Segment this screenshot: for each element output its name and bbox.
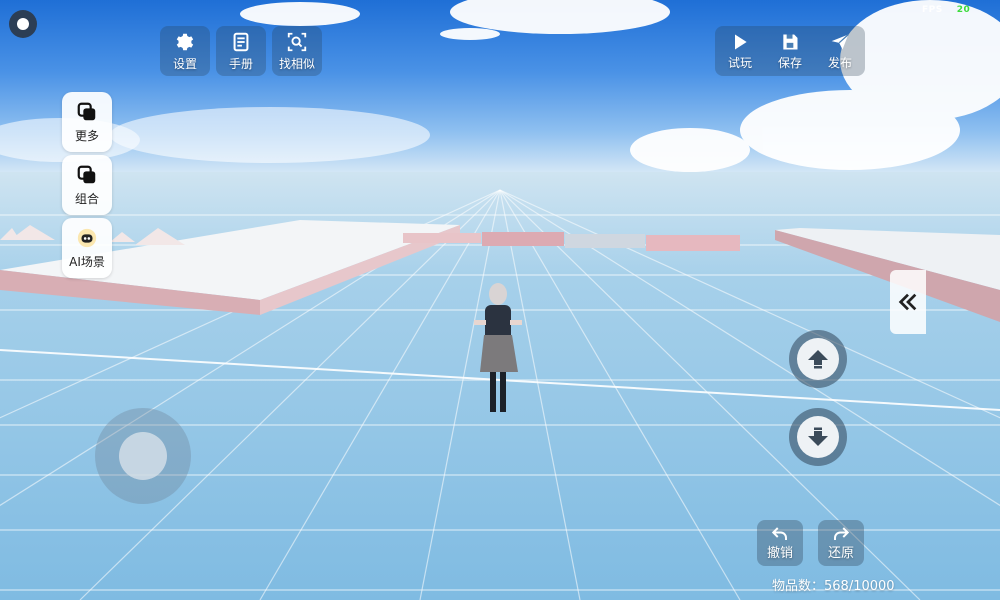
joystick-knob[interactable] bbox=[119, 432, 167, 480]
undo-icon bbox=[771, 526, 787, 540]
double-chevron-left-icon bbox=[898, 293, 917, 311]
more-label: 更多 bbox=[74, 128, 99, 143]
arrow-up-icon bbox=[808, 350, 828, 369]
fps-value: 20 bbox=[956, 5, 971, 15]
find-similar-icon bbox=[287, 32, 307, 51]
more-button[interactable]: 更多 bbox=[62, 92, 112, 152]
expand-panel-tab[interactable] bbox=[890, 270, 926, 334]
ascend-inner bbox=[797, 338, 839, 380]
redo-button[interactable]: 还原 bbox=[818, 520, 864, 566]
ai-scene-label: AI场景 bbox=[69, 254, 105, 269]
top-right-toolbar: 试玩 保存 发布 bbox=[715, 26, 865, 76]
ai-scene-button[interactable]: AI场景 bbox=[62, 218, 112, 278]
item-count: 物品数：568/10000 bbox=[772, 579, 895, 594]
undo-label: 撤销 bbox=[766, 545, 793, 561]
gear-icon bbox=[176, 33, 194, 50]
ai-robot-icon bbox=[77, 228, 97, 247]
world-scene[interactable] bbox=[0, 0, 1000, 600]
test-play-label: 试玩 bbox=[727, 55, 752, 70]
redo-icon bbox=[834, 526, 850, 540]
descend-button[interactable] bbox=[789, 408, 847, 466]
manual-icon bbox=[233, 32, 249, 51]
publish-icon bbox=[831, 33, 849, 49]
find-similar-button[interactable]: 找相似 bbox=[272, 26, 322, 76]
manual-button[interactable]: 手册 bbox=[216, 26, 266, 76]
redo-label: 还原 bbox=[827, 545, 854, 561]
test-play-button[interactable]: 试玩 bbox=[715, 26, 765, 76]
save-button[interactable]: 保存 bbox=[765, 26, 815, 76]
movement-joystick[interactable] bbox=[95, 408, 191, 504]
find-similar-label: 找相似 bbox=[278, 56, 315, 71]
publish-button[interactable]: 发布 bbox=[815, 26, 865, 76]
main-menu-button[interactable] bbox=[9, 10, 37, 38]
top-left-toolbar: 设置 手册 找相似 bbox=[160, 26, 322, 76]
publish-label: 发布 bbox=[827, 55, 852, 70]
undo-button[interactable]: 撤销 bbox=[757, 520, 803, 566]
settings-label: 设置 bbox=[172, 56, 197, 71]
play-icon bbox=[735, 34, 747, 49]
layers-icon bbox=[77, 102, 96, 120]
group-button[interactable]: 组合 bbox=[62, 155, 112, 215]
game-viewport[interactable]: FPS 20 设置 手册 找相似 试玩 保存 发布 更多 组合 AI场景 撤销 … bbox=[0, 0, 1000, 600]
save-label: 保存 bbox=[777, 55, 802, 70]
settings-button[interactable]: 设置 bbox=[160, 26, 210, 76]
ascend-button[interactable] bbox=[789, 330, 847, 388]
manual-label: 手册 bbox=[228, 56, 253, 71]
group-icon bbox=[77, 165, 96, 183]
save-icon bbox=[783, 34, 798, 49]
descend-inner bbox=[797, 416, 839, 458]
fps-label: FPS bbox=[922, 5, 943, 15]
menu-dot-icon bbox=[17, 18, 29, 30]
arrow-down-icon bbox=[808, 427, 828, 446]
fps-counter: FPS 20 bbox=[922, 5, 970, 15]
group-label: 组合 bbox=[74, 191, 99, 206]
